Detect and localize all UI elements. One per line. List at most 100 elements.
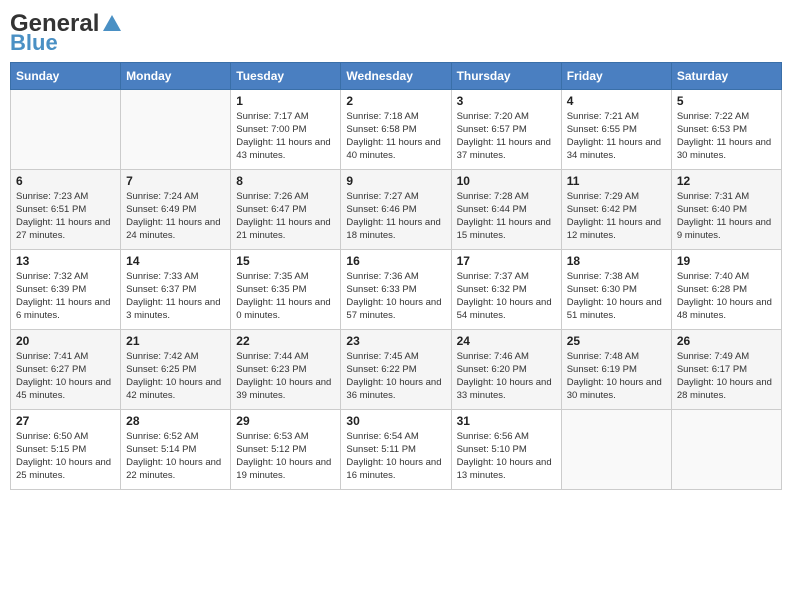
calendar-cell: 8Sunrise: 7:26 AM Sunset: 6:47 PM Daylig… <box>231 169 341 249</box>
day-detail: Sunrise: 7:28 AM Sunset: 6:44 PM Dayligh… <box>457 190 556 243</box>
day-detail: Sunrise: 7:33 AM Sunset: 6:37 PM Dayligh… <box>126 270 225 323</box>
day-detail: Sunrise: 7:20 AM Sunset: 6:57 PM Dayligh… <box>457 110 556 163</box>
calendar-cell: 17 Sunrise: 7:37 AM Sunset: 6:32 PM Dayli… <box>451 249 561 329</box>
calendar-cell <box>11 89 121 169</box>
day-detail: Sunrise: 7:22 AM Sunset: 6:53 PM Dayligh… <box>677 110 776 163</box>
day-number: 1 <box>236 94 335 108</box>
weekday-header-saturday: Saturday <box>671 62 781 89</box>
day-detail: Sunrise: 7:29 AM Sunset: 6:42 PM Dayligh… <box>567 190 666 243</box>
calendar-week-row: 6 Sunrise: 7:23 AM Sunset: 6:51 PM Daylig… <box>11 169 782 249</box>
calendar-week-row: 1 Sunrise: 7:17 AM Sunset: 7:00 PM Daylig… <box>11 89 782 169</box>
day-detail: Sunrise: 7:35 AM Sunset: 6:35 PM Dayligh… <box>236 270 335 323</box>
day-number: 21 <box>126 334 225 348</box>
calendar-cell: 21 Sunrise: 7:42 AM Sunset: 6:25 PM Dayli… <box>121 329 231 409</box>
calendar-cell: 1 Sunrise: 7:17 AM Sunset: 7:00 PM Daylig… <box>231 89 341 169</box>
calendar-cell: 19 Sunrise: 7:40 AM Sunset: 6:28 PM Dayli… <box>671 249 781 329</box>
calendar-week-row: 27 Sunrise: 6:50 AM Sunset: 5:15 PM Dayli… <box>11 409 782 489</box>
weekday-header-tuesday: Tuesday <box>231 62 341 89</box>
calendar-cell: 18 Sunrise: 7:38 AM Sunset: 6:30 PM Dayli… <box>561 249 671 329</box>
calendar-cell: 24 Sunrise: 7:46 AM Sunset: 6:20 PM Dayli… <box>451 329 561 409</box>
logo-blue: Blue <box>10 34 58 52</box>
day-detail: Sunrise: 7:32 AM Sunset: 6:39 PM Dayligh… <box>16 270 115 323</box>
day-detail: Sunrise: 7:24 AM Sunset: 6:49 PM Dayligh… <box>126 190 225 243</box>
calendar-week-row: 13 Sunrise: 7:32 AM Sunset: 6:39 PM Dayli… <box>11 249 782 329</box>
day-detail: Sunrise: 7:37 AM Sunset: 6:32 PM Dayligh… <box>457 270 556 323</box>
day-number: 7 <box>126 174 225 188</box>
calendar-cell: 10 Sunrise: 7:28 AM Sunset: 6:44 PM Dayli… <box>451 169 561 249</box>
day-detail: Sunrise: 7:21 AM Sunset: 6:55 PM Dayligh… <box>567 110 666 163</box>
calendar-cell <box>671 409 781 489</box>
day-number: 2 <box>346 94 445 108</box>
day-number: 16 <box>346 254 445 268</box>
day-number: 22 <box>236 334 335 348</box>
calendar-cell: 25Sunrise: 7:48 AM Sunset: 6:19 PM Dayli… <box>561 329 671 409</box>
calendar-cell: 22 Sunrise: 7:44 AM Sunset: 6:23 PM Dayli… <box>231 329 341 409</box>
calendar-cell: 30Sunrise: 6:54 AM Sunset: 5:11 PM Dayli… <box>341 409 451 489</box>
logo-icon <box>101 13 123 35</box>
day-detail: Sunrise: 7:31 AM Sunset: 6:40 PM Dayligh… <box>677 190 776 243</box>
day-detail: Sunrise: 7:26 AM Sunset: 6:47 PM Dayligh… <box>236 190 335 243</box>
calendar-cell: 23Sunrise: 7:45 AM Sunset: 6:22 PM Dayli… <box>341 329 451 409</box>
calendar-cell: 11 Sunrise: 7:29 AM Sunset: 6:42 PM Dayli… <box>561 169 671 249</box>
day-detail: Sunrise: 7:17 AM Sunset: 7:00 PM Dayligh… <box>236 110 335 163</box>
day-detail: Sunrise: 6:53 AM Sunset: 5:12 PM Dayligh… <box>236 430 335 483</box>
day-detail: Sunrise: 7:36 AM Sunset: 6:33 PM Dayligh… <box>346 270 445 323</box>
calendar-cell: 6 Sunrise: 7:23 AM Sunset: 6:51 PM Daylig… <box>11 169 121 249</box>
day-detail: Sunrise: 6:52 AM Sunset: 5:14 PM Dayligh… <box>126 430 225 483</box>
calendar-cell: 31Sunrise: 6:56 AM Sunset: 5:10 PM Dayli… <box>451 409 561 489</box>
weekday-header-thursday: Thursday <box>451 62 561 89</box>
day-number: 15 <box>236 254 335 268</box>
day-number: 20 <box>16 334 115 348</box>
day-number: 29 <box>236 414 335 428</box>
calendar-cell: 16 Sunrise: 7:36 AM Sunset: 6:33 PM Dayli… <box>341 249 451 329</box>
day-number: 5 <box>677 94 776 108</box>
day-number: 4 <box>567 94 666 108</box>
calendar-cell: 5 Sunrise: 7:22 AM Sunset: 6:53 PM Daylig… <box>671 89 781 169</box>
day-number: 18 <box>567 254 666 268</box>
day-number: 12 <box>677 174 776 188</box>
calendar-cell: 7 Sunrise: 7:24 AM Sunset: 6:49 PM Daylig… <box>121 169 231 249</box>
day-detail: Sunrise: 7:46 AM Sunset: 6:20 PM Dayligh… <box>457 350 556 403</box>
calendar-cell: 4 Sunrise: 7:21 AM Sunset: 6:55 PM Daylig… <box>561 89 671 169</box>
calendar-cell: 9 Sunrise: 7:27 AM Sunset: 6:46 PM Daylig… <box>341 169 451 249</box>
day-number: 27 <box>16 414 115 428</box>
weekday-header-friday: Friday <box>561 62 671 89</box>
calendar-cell: 20Sunrise: 7:41 AM Sunset: 6:27 PM Dayli… <box>11 329 121 409</box>
calendar-cell: 15 Sunrise: 7:35 AM Sunset: 6:35 PM Dayli… <box>231 249 341 329</box>
weekday-header-monday: Monday <box>121 62 231 89</box>
calendar-table: SundayMondayTuesdayWednesdayThursdayFrid… <box>10 62 782 490</box>
weekday-header-wednesday: Wednesday <box>341 62 451 89</box>
calendar-cell <box>561 409 671 489</box>
calendar-cell: 26 Sunrise: 7:49 AM Sunset: 6:17 PM Dayli… <box>671 329 781 409</box>
day-detail: Sunrise: 7:49 AM Sunset: 6:17 PM Dayligh… <box>677 350 776 403</box>
day-number: 6 <box>16 174 115 188</box>
day-number: 30 <box>346 414 445 428</box>
day-detail: Sunrise: 7:27 AM Sunset: 6:46 PM Dayligh… <box>346 190 445 243</box>
day-detail: Sunrise: 7:38 AM Sunset: 6:30 PM Dayligh… <box>567 270 666 323</box>
calendar-cell: 14 Sunrise: 7:33 AM Sunset: 6:37 PM Dayli… <box>121 249 231 329</box>
calendar-cell <box>121 89 231 169</box>
day-number: 9 <box>346 174 445 188</box>
calendar-week-row: 20Sunrise: 7:41 AM Sunset: 6:27 PM Dayli… <box>11 329 782 409</box>
page-header: General Blue <box>10 10 782 52</box>
calendar-cell: 12 Sunrise: 7:31 AM Sunset: 6:40 PM Dayli… <box>671 169 781 249</box>
day-number: 25 <box>567 334 666 348</box>
day-number: 13 <box>16 254 115 268</box>
day-detail: Sunrise: 7:40 AM Sunset: 6:28 PM Dayligh… <box>677 270 776 323</box>
calendar-cell: 13 Sunrise: 7:32 AM Sunset: 6:39 PM Dayli… <box>11 249 121 329</box>
day-number: 3 <box>457 94 556 108</box>
day-number: 11 <box>567 174 666 188</box>
day-detail: Sunrise: 7:23 AM Sunset: 6:51 PM Dayligh… <box>16 190 115 243</box>
day-number: 24 <box>457 334 556 348</box>
day-number: 10 <box>457 174 556 188</box>
day-detail: Sunrise: 6:50 AM Sunset: 5:15 PM Dayligh… <box>16 430 115 483</box>
day-number: 14 <box>126 254 225 268</box>
day-number: 26 <box>677 334 776 348</box>
calendar-cell: 3 Sunrise: 7:20 AM Sunset: 6:57 PM Daylig… <box>451 89 561 169</box>
calendar-cell: 2Sunrise: 7:18 AM Sunset: 6:58 PM Daylig… <box>341 89 451 169</box>
day-detail: Sunrise: 7:42 AM Sunset: 6:25 PM Dayligh… <box>126 350 225 403</box>
weekday-header-row: SundayMondayTuesdayWednesdayThursdayFrid… <box>11 62 782 89</box>
day-number: 19 <box>677 254 776 268</box>
day-detail: Sunrise: 7:44 AM Sunset: 6:23 PM Dayligh… <box>236 350 335 403</box>
day-number: 17 <box>457 254 556 268</box>
